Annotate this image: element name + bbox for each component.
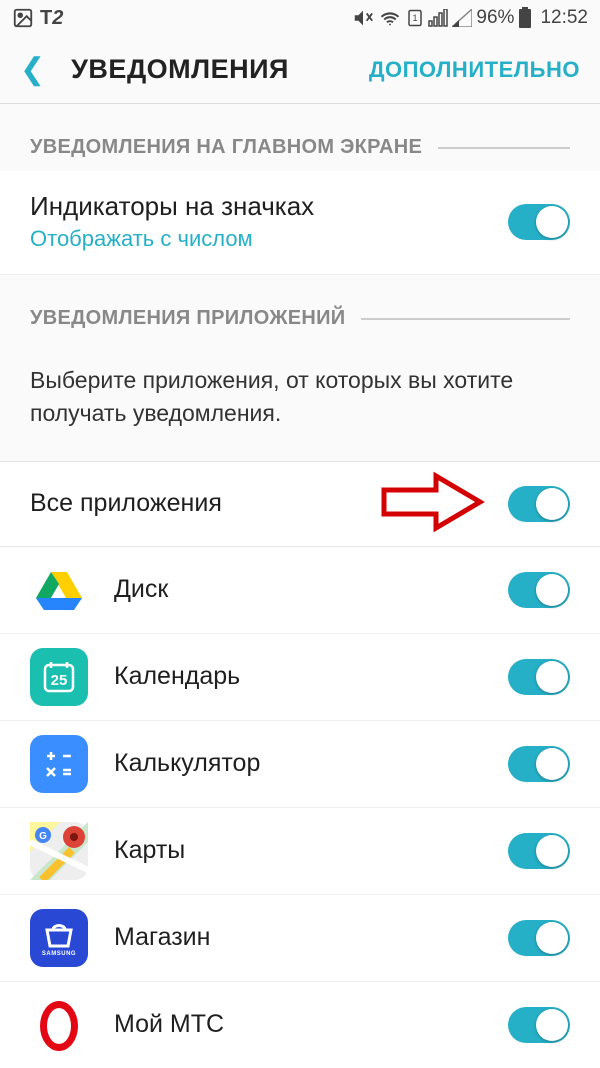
app-label: Календарь xyxy=(114,662,482,691)
app-row-calendar[interactable]: 25 Календарь xyxy=(0,634,600,721)
status-left: T2 xyxy=(12,7,63,30)
app-header: ❮ УВЕДОМЛЕНИЯ ДОПОЛНИТЕЛЬНО xyxy=(0,36,600,104)
app-label: Калькулятор xyxy=(114,749,482,778)
maps-icon: G xyxy=(30,822,88,880)
app-toggle-store[interactable] xyxy=(508,920,570,956)
status-bar: T2 1 96% 12:52 xyxy=(0,0,600,36)
section-header-app-notifications: УВЕДОМЛЕНИЯ ПРИЛОЖЕНИЙ xyxy=(0,275,600,342)
back-icon[interactable]: ❮ xyxy=(20,52,45,87)
svg-text:25: 25 xyxy=(51,672,68,689)
app-label: Мой МТС xyxy=(114,1010,482,1039)
wifi-icon xyxy=(378,7,402,29)
status-right: 1 96% 12:52 xyxy=(352,7,588,29)
status-time: 12:52 xyxy=(540,7,588,29)
arrow-annotation-icon xyxy=(376,470,486,534)
all-apps-toggle[interactable] xyxy=(508,486,570,522)
icon-badges-subtitle: Отображать с числом xyxy=(30,226,508,252)
app-label: Диск xyxy=(114,575,482,604)
app-row-mts[interactable]: Мой МТС xyxy=(0,982,600,1068)
battery-percent: 96% xyxy=(476,7,514,29)
picture-icon xyxy=(12,7,34,29)
app-row-calculator[interactable]: Калькулятор xyxy=(0,721,600,808)
mute-icon xyxy=(352,7,374,29)
app-row-store[interactable]: SAMSUNG Магазин xyxy=(0,895,600,982)
all-apps-row[interactable]: Все приложения xyxy=(0,461,600,547)
app-label: Карты xyxy=(114,836,482,865)
app-toggle-calculator[interactable] xyxy=(508,746,570,782)
svg-text:G: G xyxy=(39,831,47,842)
app-toggle-disk[interactable] xyxy=(508,572,570,608)
svg-text:SAMSUNG: SAMSUNG xyxy=(42,951,76,957)
app-toggle-maps[interactable] xyxy=(508,833,570,869)
header-action-button[interactable]: ДОПОЛНИТЕЛЬНО xyxy=(369,57,580,83)
app-label: Магазин xyxy=(114,923,482,952)
calculator-icon xyxy=(30,735,88,793)
svg-text:1: 1 xyxy=(413,13,418,23)
all-apps-label: Все приложения xyxy=(30,489,222,518)
store-icon: SAMSUNG xyxy=(30,909,88,967)
app-row-disk[interactable]: Диск xyxy=(0,547,600,634)
app-row-maps[interactable]: G Карты xyxy=(0,808,600,895)
calendar-icon: 25 xyxy=(30,648,88,706)
mts-icon xyxy=(30,996,88,1054)
battery-icon xyxy=(518,7,532,29)
section-header-home-notifications: УВЕДОМЛЕНИЯ НА ГЛАВНОМ ЭКРАНЕ xyxy=(0,104,600,171)
drive-icon xyxy=(30,561,88,619)
app-toggle-mts[interactable] xyxy=(508,1007,570,1043)
icon-badges-toggle[interactable] xyxy=(508,204,570,240)
section-description: Выберите приложения, от которых вы хотит… xyxy=(0,342,600,461)
carrier-label: T2 xyxy=(40,7,63,30)
app-toggle-calendar[interactable] xyxy=(508,659,570,695)
sim1-icon: 1 xyxy=(406,8,424,28)
icon-badges-row[interactable]: Индикаторы на значках Отображать с число… xyxy=(0,171,600,275)
page-title: УВЕДОМЛЕНИЯ xyxy=(71,54,369,85)
signal2-icon xyxy=(452,9,472,27)
icon-badges-title: Индикаторы на значках xyxy=(30,191,508,222)
signal-icon xyxy=(428,9,448,27)
